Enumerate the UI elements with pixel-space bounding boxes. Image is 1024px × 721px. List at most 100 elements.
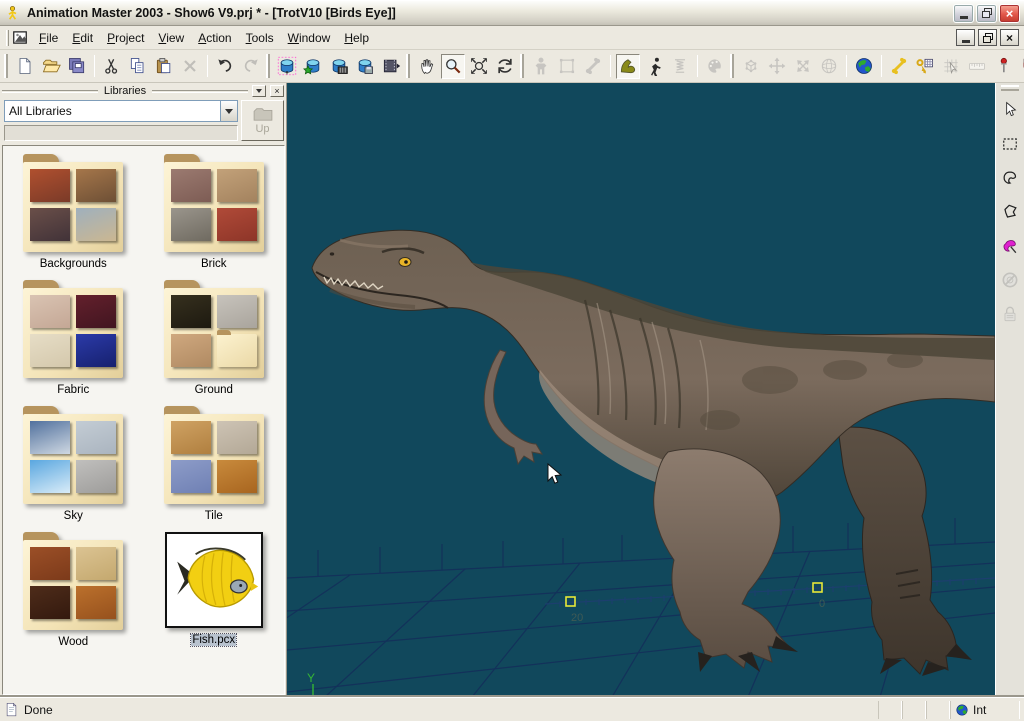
render-to-file-button[interactable] [353,54,377,79]
show-rulers-button[interactable] [965,54,989,79]
window-title: Animation Master 2003 - Show6 V9.prj * -… [27,6,396,20]
menu-project[interactable]: Project [100,28,151,48]
world-space-button[interactable] [852,54,876,79]
snap-magnet-button[interactable] [1017,54,1024,79]
pickblob-icon [1000,236,1020,256]
toolbar-gripper [4,54,8,78]
panel-close-icon: × [274,87,279,96]
rotate-manipulator-button[interactable] [817,54,841,79]
translate-manipulator-button[interactable] [765,54,789,79]
menu-window[interactable]: Window [281,28,338,48]
runner-icon [644,56,664,76]
mdi-minimize-button[interactable] [956,29,975,46]
combobox-dropdown-button[interactable] [220,101,237,121]
library-item-fish-pcx[interactable]: Fish.pcx [150,532,278,648]
status-zone-pane: Int [950,701,1020,719]
status-zone-label: Int [973,703,986,717]
add-bone-button[interactable] [887,54,911,79]
copy-icon [128,56,148,76]
cp-marker-20[interactable] [566,597,575,606]
up-button[interactable]: Up [241,100,284,141]
library-item-brick[interactable]: Brick [150,154,278,270]
lock-cp-tool-button[interactable] [998,301,1023,326]
edit-tool-button[interactable] [998,97,1023,122]
redo-button[interactable] [239,54,263,79]
lock-icon [1000,304,1020,324]
bound-manipulator-button[interactable] [739,54,763,79]
library-combobox[interactable]: All Libraries [4,100,238,122]
open-project-button[interactable] [39,54,63,79]
delete-button[interactable] [178,54,202,79]
move-view-button[interactable] [415,54,439,79]
fit-view-button[interactable] [467,54,491,79]
library-item-label: Sky [64,510,83,522]
library-item-label-text: Fish.pcx [191,634,236,646]
restore-button[interactable] [976,4,997,23]
library-item-label: Tile [205,510,223,522]
turn-view-button[interactable] [493,54,517,79]
folder-thumbnails [30,547,116,619]
panel-close-button[interactable]: × [270,85,284,97]
save-project-button[interactable] [65,54,89,79]
library-item-label-text: Backgrounds [40,258,107,270]
mouse-cursor [548,464,561,483]
menu-view[interactable]: View [151,28,191,48]
library-item-backgrounds[interactable]: Backgrounds [9,154,137,270]
muscle-mode-button[interactable] [616,54,640,79]
close-button[interactable]: × [999,4,1020,23]
cut-button[interactable] [100,54,124,79]
library-item-label-text: Fabric [57,384,89,396]
rect-select-tool-button[interactable] [998,131,1023,156]
skeletal-mode-button[interactable] [642,54,666,79]
group-tool-button[interactable] [998,233,1023,258]
child-window-icon[interactable] [12,30,28,45]
menu-tools[interactable]: Tools [239,28,281,48]
close-icon: × [1006,7,1014,20]
mdi-close-button[interactable]: × [1000,29,1019,46]
minimize-button[interactable] [953,4,974,23]
menu-file[interactable]: File [32,28,65,48]
modeling-mode-button[interactable] [529,54,553,79]
ruler-icon [967,56,987,76]
menu-help[interactable]: Help [337,28,376,48]
trex-model[interactable] [312,230,995,676]
menu-edit[interactable]: Edit [65,28,100,48]
preview-animation-button[interactable] [379,54,403,79]
trex-far-leg [838,427,968,674]
copy-button[interactable] [126,54,150,79]
library-item-label: Backgrounds [40,258,107,270]
toolbar-gripper [266,54,270,78]
library-item-tile[interactable]: Tile [150,406,278,522]
texture-thumbnail [76,547,116,580]
bones-mode-button[interactable] [581,54,605,79]
library-item-label: Brick [201,258,227,270]
library-item-sky[interactable]: Sky [9,406,137,522]
toolbar-separator [94,55,95,77]
dynamics-mode-button[interactable] [668,54,692,79]
undo-button[interactable] [213,54,237,79]
render-lock-button[interactable] [301,54,325,79]
mdi-restore-button[interactable] [978,29,997,46]
library-item-fabric[interactable]: Fabric [9,280,137,396]
scale-manipulator-button[interactable] [791,54,815,79]
lasso-tool-button[interactable] [998,165,1023,190]
render-mode-button[interactable] [275,54,299,79]
library-item-ground[interactable]: Ground [150,280,278,396]
snap-to-grid-button[interactable] [939,54,963,79]
color-mode-button[interactable] [703,54,727,79]
panel-menu-button[interactable] [252,85,266,97]
poly-lasso-tool-button[interactable] [998,199,1023,224]
library-item-wood[interactable]: Wood [9,532,137,648]
key-filters-button[interactable] [913,54,937,79]
birds-eye-viewport[interactable]: 20 0 Y [287,83,995,697]
rotate-disc-tool-button[interactable] [998,267,1023,292]
new-project-button[interactable] [13,54,37,79]
distort-mode-button[interactable] [555,54,579,79]
spring-icon [670,56,690,76]
paste-button[interactable] [152,54,176,79]
trex-arm [484,350,542,464]
zoom-view-button[interactable] [441,54,465,79]
pin-button[interactable] [991,54,1015,79]
render-to-film-button[interactable] [327,54,351,79]
menu-action[interactable]: Action [191,28,238,48]
